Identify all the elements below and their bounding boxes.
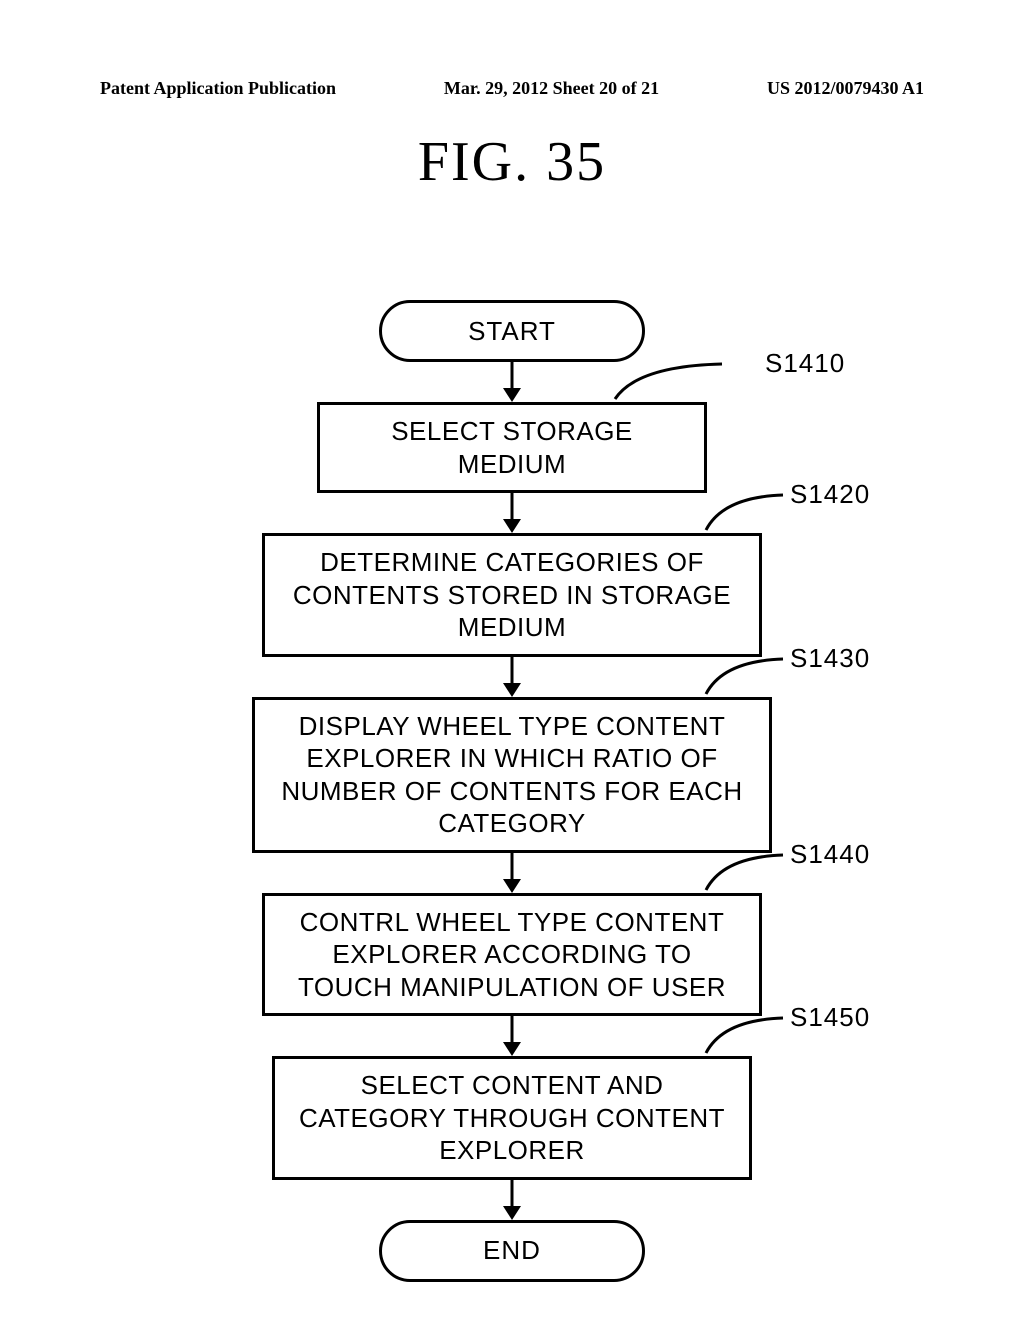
step-box-3: DISPLAY WHEEL TYPE CONTENT EXPLORER IN W…: [252, 697, 772, 853]
arrow: S1430: [0, 657, 1024, 697]
step-box-2: DETERMINE CATEGORIES OF CONTENTS STORED …: [262, 533, 762, 657]
page-header: Patent Application Publication Mar. 29, …: [100, 78, 924, 99]
step-label-4: S1440: [790, 839, 870, 870]
figure-title: FIG. 35: [0, 130, 1024, 194]
patent-page: Patent Application Publication Mar. 29, …: [0, 0, 1024, 1320]
terminator-start: START: [379, 300, 645, 362]
step-label-2: S1420: [790, 479, 870, 510]
arrow: S1420: [0, 493, 1024, 533]
step-label-5: S1450: [790, 1002, 870, 1033]
terminator-end: END: [379, 1220, 645, 1282]
flowchart: START S1410 SELECT STORAGE MEDIUM S1420: [0, 300, 1024, 1282]
header-center: Mar. 29, 2012 Sheet 20 of 21: [444, 78, 659, 99]
header-left: Patent Application Publication: [100, 78, 336, 99]
step-label-1: S1410: [765, 348, 845, 379]
header-right: US 2012/0079430 A1: [767, 78, 924, 99]
arrow: S1410: [0, 362, 1024, 402]
step-box-4: CONTRL WHEEL TYPE CONTENT EXPLORER ACCOR…: [262, 893, 762, 1017]
step-box-5: SELECT CONTENT AND CATEGORY THROUGH CONT…: [272, 1056, 752, 1180]
arrow: S1450: [0, 1016, 1024, 1056]
arrow: S1440: [0, 853, 1024, 893]
step-box-1: SELECT STORAGE MEDIUM: [317, 402, 707, 493]
arrow: [0, 1180, 1024, 1220]
step-label-3: S1430: [790, 643, 870, 674]
